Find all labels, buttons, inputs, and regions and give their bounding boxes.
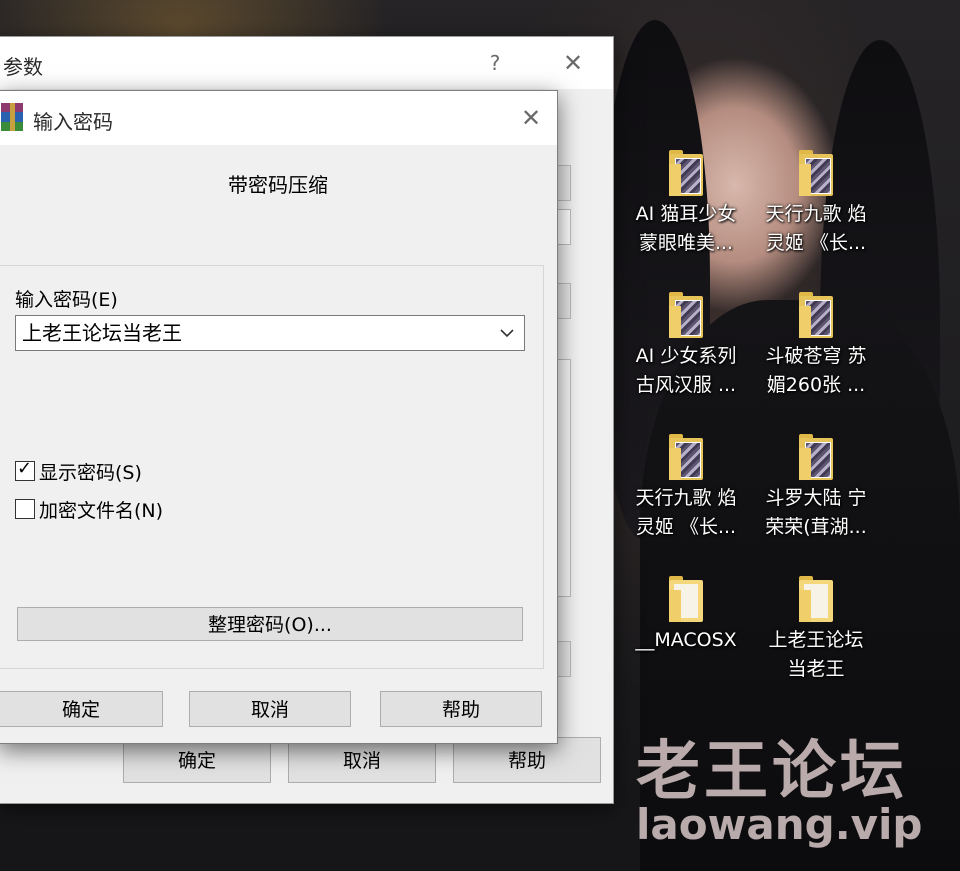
folder-icon — [669, 150, 703, 196]
password-combobox[interactable]: 上老王论坛当老王 — [15, 315, 525, 351]
desktop-icon-folder[interactable]: AI 少女系列 古风汉服 ... — [626, 292, 746, 400]
show-password-checkbox-row[interactable]: ✓ 显示密码(S) — [15, 457, 142, 485]
desktop-icon-folder[interactable]: AI 猫耳少女 蒙眼唯美... — [626, 150, 746, 258]
folder-icon — [669, 292, 703, 338]
desktop-icon-label: 蒙眼唯美... — [638, 232, 734, 254]
show-password-checkbox[interactable]: ✓ — [15, 458, 35, 481]
ok-button[interactable]: 确定 — [0, 691, 163, 727]
desktop-icon-label: 天行九歌 焰 — [635, 487, 737, 509]
params-title: 参数 — [3, 55, 43, 79]
params-titlebar[interactable]: 参数 ? ✕ — [0, 37, 613, 89]
desktop-icon-label: __MACOSX — [635, 629, 737, 651]
desktop-icon-label: 媚260张 ... — [766, 374, 866, 396]
desktop-icon-label: 上老王论坛 — [768, 629, 864, 651]
desktop-icon-label: 当老王 — [787, 658, 845, 680]
winrar-icon — [1, 103, 23, 131]
folder-icon — [799, 292, 833, 338]
chevron-down-icon[interactable] — [496, 316, 518, 350]
dialog-subtitle: 带密码压缩 — [228, 173, 328, 197]
desktop-icon-label: 灵姬 《长... — [765, 232, 867, 254]
password-value[interactable]: 上老王论坛当老王 — [22, 321, 182, 345]
check-icon: ✓ — [17, 458, 33, 479]
password-dialog-title: 输入密码 — [33, 110, 113, 134]
desktop-icon-label: 荣荣(茸湖... — [765, 516, 867, 538]
show-password-label: 显示密码(S) — [39, 461, 142, 484]
folder-icon — [799, 434, 833, 480]
desktop-icon-folder[interactable]: 斗破苍穹 苏 媚260张 ... — [756, 292, 876, 400]
desktop-icon-label: AI 猫耳少女 — [635, 203, 737, 225]
watermark-url: laowang.vip — [636, 800, 923, 849]
watermark-text: 老王论坛 — [636, 735, 908, 809]
desktop-icon-folder[interactable]: 上老王论坛 当老王 — [756, 576, 876, 684]
close-icon[interactable]: ✕ — [555, 45, 591, 81]
desktop-icon-label: 灵姬 《长... — [635, 516, 737, 538]
encrypt-filenames-label: 加密文件名(N) — [39, 499, 164, 522]
encrypt-filenames-checkbox-row[interactable]: 加密文件名(N) — [15, 495, 163, 523]
cancel-button[interactable]: 取消 — [189, 691, 351, 727]
help-icon[interactable]: ? — [477, 45, 513, 81]
organize-passwords-button[interactable]: 整理密码(O)... — [17, 607, 523, 641]
desktop-icon-label: 古风汉服 ... — [635, 374, 737, 396]
folder-icon — [669, 576, 703, 622]
desktop-icon-folder[interactable]: 斗罗大陆 宁 荣荣(茸湖... — [756, 434, 876, 542]
folder-icon — [669, 434, 703, 480]
desktop-icon-folder[interactable]: 天行九歌 焰 灵姬 《长... — [626, 434, 746, 542]
desktop-icon-label: 斗破苍穹 苏 — [765, 345, 867, 367]
help-button[interactable]: 帮助 — [380, 691, 542, 727]
password-titlebar[interactable]: 输入密码 ✕ — [0, 91, 557, 145]
desktop-icon-label: 斗罗大陆 宁 — [765, 487, 867, 509]
desktop-icon-label: 天行九歌 焰 — [765, 203, 867, 225]
desktop-icon-folder[interactable]: 天行九歌 焰 灵姬 《长... — [756, 150, 876, 258]
encrypt-filenames-checkbox[interactable] — [15, 499, 35, 519]
password-dialog: 输入密码 ✕ 带密码压缩 输入密码(E) 上老王论坛当老王 ✓ 显示密码(S) … — [0, 90, 558, 744]
close-icon[interactable]: ✕ — [513, 100, 549, 136]
folder-icon — [799, 150, 833, 196]
password-label: 输入密码(E) — [15, 289, 118, 311]
desktop-icon-folder[interactable]: __MACOSX — [626, 576, 746, 655]
desktop-icon-label: AI 少女系列 — [635, 345, 737, 367]
folder-icon — [799, 576, 833, 622]
